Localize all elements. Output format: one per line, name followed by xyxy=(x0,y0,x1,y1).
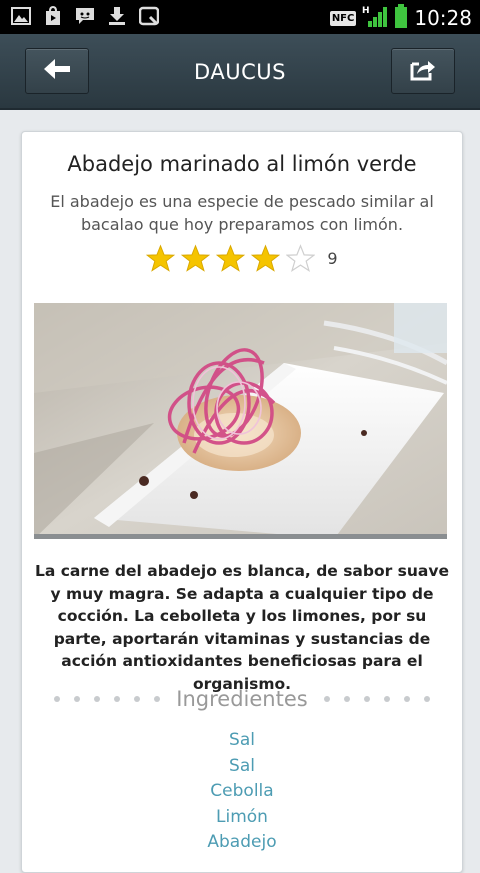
divider-dots-right xyxy=(323,696,430,702)
play-store-icon xyxy=(42,6,64,26)
signal-icon: H xyxy=(362,4,388,32)
ingredients-title: Ingredientes xyxy=(176,687,308,711)
share-button[interactable] xyxy=(391,48,455,94)
nfc-indicator: NFC xyxy=(329,10,357,26)
recipe-photo xyxy=(34,303,447,539)
ingredients-list: Sal Sal Cebolla Limón Abadejo xyxy=(22,728,462,856)
ingredient-link[interactable]: Limón xyxy=(22,805,462,831)
recipe-card: Abadejo marinado al limón verde El abade… xyxy=(21,131,463,873)
rating-count: 9 xyxy=(327,249,338,268)
ingredient-link[interactable]: Abadejo xyxy=(22,830,462,856)
chat-icon xyxy=(74,6,96,26)
photo-divider xyxy=(34,534,447,539)
ingredient-link[interactable]: Sal xyxy=(22,754,462,780)
recipe-subtitle: El abadejo es una especie de pescado sim… xyxy=(50,192,434,234)
ingredient-link[interactable]: Cebolla xyxy=(22,779,462,805)
download-icon xyxy=(106,6,128,26)
ingredient-link[interactable]: Sal xyxy=(22,728,462,754)
star-icon xyxy=(181,244,211,272)
clock: 10:28 xyxy=(414,6,472,30)
recipe-description: La carne del abadejo es blanca, de sabor… xyxy=(34,562,450,693)
star-icon xyxy=(251,244,281,272)
status-bar: NFC H 10:28 xyxy=(0,0,480,34)
rating-bar[interactable]: 9 xyxy=(22,244,462,273)
star-icon xyxy=(146,244,176,272)
square-icon xyxy=(138,6,160,26)
image-icon xyxy=(10,6,32,26)
share-icon xyxy=(409,56,437,86)
divider-dots-left xyxy=(54,696,161,702)
network-type: H xyxy=(362,6,370,16)
recipe-title: Abadejo marinado al limón verde xyxy=(67,152,417,176)
app-bar: DAUCUS xyxy=(0,34,480,110)
battery-icon xyxy=(394,4,408,32)
ingredients-header: Ingredientes xyxy=(22,684,462,714)
star-icon xyxy=(216,244,246,272)
star-empty-icon xyxy=(286,244,316,272)
